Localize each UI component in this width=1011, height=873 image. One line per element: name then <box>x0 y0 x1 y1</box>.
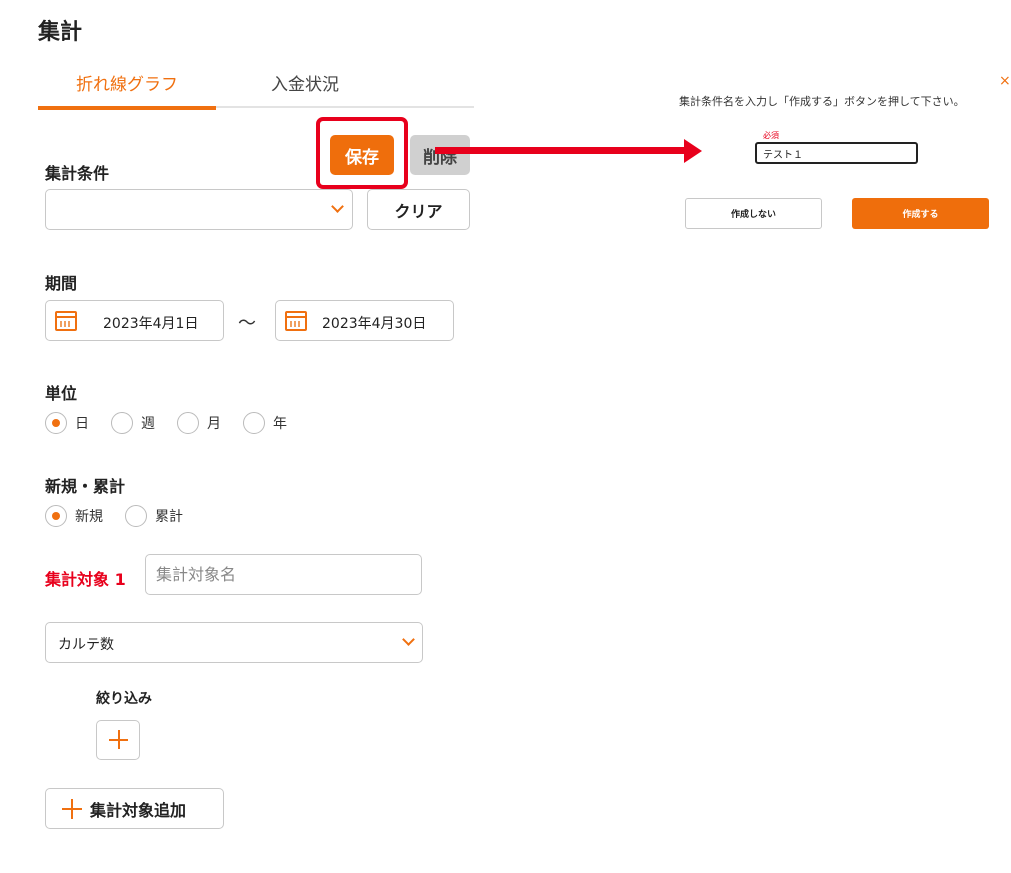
conditions-select[interactable] <box>45 189 353 230</box>
radio-day[interactable] <box>45 412 67 434</box>
annotation-highlight-box <box>316 117 408 189</box>
tab-bar: 折れ線グラフ 入金状況 <box>38 68 474 110</box>
radio-day-label: 日 <box>75 416 89 432</box>
conditions-label: 集計条件 <box>45 164 110 183</box>
annotation-arrow <box>435 147 687 154</box>
plus-icon <box>62 798 82 819</box>
page-title: 集計 <box>38 20 83 45</box>
dialog-message: 集計条件名を入力し「作成する」ボタンを押して下さい。 <box>679 95 965 108</box>
radio-month-label: 月 <box>207 416 221 432</box>
target-name-input[interactable] <box>145 554 422 595</box>
mode-radio-group: 新規 累計 <box>45 505 205 527</box>
calendar-icon <box>55 311 77 331</box>
clear-button[interactable]: クリア <box>367 189 470 230</box>
target-type-value: カルテ数 <box>58 637 114 653</box>
chevron-down-icon <box>402 633 415 646</box>
radio-year[interactable] <box>243 412 265 434</box>
radio-week[interactable] <box>111 412 133 434</box>
radio-month[interactable] <box>177 412 199 434</box>
start-date-field[interactable]: 2023年4月1日 <box>45 300 224 341</box>
end-date-value: 2023年4月30日 <box>322 316 427 332</box>
delete-button[interactable]: 削除 <box>410 135 470 175</box>
radio-cumulative[interactable] <box>125 505 147 527</box>
period-label: 期間 <box>45 274 78 293</box>
radio-week-label: 週 <box>141 416 155 432</box>
chevron-down-icon <box>331 200 344 213</box>
tab-line-graph[interactable]: 折れ線グラフ <box>38 68 216 110</box>
target-type-select[interactable]: カルテ数 <box>45 622 423 663</box>
close-icon[interactable]: × <box>999 73 1011 89</box>
do-not-create-button[interactable]: 作成しない <box>685 198 822 229</box>
add-target-button[interactable]: 集計対象追加 <box>45 788 224 829</box>
radio-cumulative-label: 累計 <box>155 509 183 525</box>
end-date-field[interactable]: 2023年4月30日 <box>275 300 454 341</box>
add-filter-button[interactable] <box>96 720 140 760</box>
unit-radio-group: 日 週 月 年 <box>45 412 309 434</box>
tab-payment-status[interactable]: 入金状況 <box>216 68 394 106</box>
required-label: 必須 <box>763 131 779 140</box>
target-label: 集計対象 1 <box>45 570 126 589</box>
radio-new-label: 新規 <box>75 509 103 525</box>
annotation-arrow-head <box>684 139 702 163</box>
calendar-icon <box>285 311 307 331</box>
period-separator: 〜 <box>238 313 256 334</box>
radio-new[interactable] <box>45 505 67 527</box>
condition-name-input[interactable] <box>755 142 918 164</box>
filter-label: 絞り込み <box>96 691 152 707</box>
radio-year-label: 年 <box>273 416 287 432</box>
mode-label: 新規・累計 <box>45 477 126 496</box>
add-target-label: 集計対象追加 <box>90 800 187 820</box>
create-button[interactable]: 作成する <box>852 198 989 229</box>
unit-label: 単位 <box>45 384 78 403</box>
start-date-value: 2023年4月1日 <box>103 316 199 332</box>
